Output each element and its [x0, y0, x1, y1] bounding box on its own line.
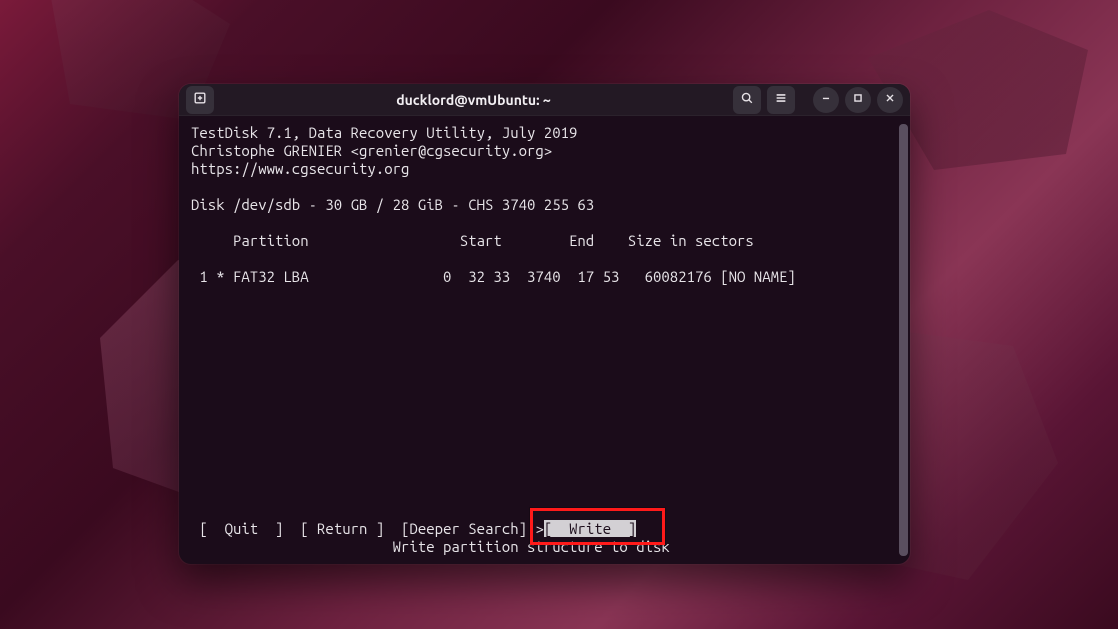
close-icon [883, 91, 897, 109]
maximize-button[interactable] [845, 87, 871, 113]
menu-row: [ Quit ] [ Return ] [Deeper Search] >[ W… [191, 520, 636, 537]
search-icon [740, 91, 754, 109]
menu-button[interactable] [767, 86, 795, 114]
terminal-window: ducklord@vmUbuntu: ~ [179, 84, 910, 564]
disk-info-line: Disk /dev/sdb - 30 GB / 28 GiB - CHS 374… [191, 196, 594, 213]
window-title: ducklord@vmUbuntu: ~ [220, 92, 727, 108]
scrollbar[interactable] [899, 124, 908, 556]
maximize-icon [851, 91, 865, 109]
hamburger-icon [774, 91, 788, 109]
titlebar[interactable]: ducklord@vmUbuntu: ~ [179, 84, 910, 116]
new-tab-button[interactable] [186, 86, 214, 114]
minimize-button[interactable] [813, 87, 839, 113]
search-button[interactable] [733, 86, 761, 114]
menu-item-write[interactable]: [ Write ] [544, 520, 636, 537]
menu-item-deeper-search[interactable]: [Deeper Search] [401, 520, 527, 537]
testdisk-banner-line: TestDisk 7.1, Data Recovery Utility, Jul… [191, 124, 577, 141]
menu-item-return[interactable]: [ Return ] [300, 520, 384, 537]
terminal-content: TestDisk 7.1, Data Recovery Utility, Jul… [191, 124, 897, 556]
menu-cursor: > [535, 520, 543, 537]
partition-row[interactable]: 1 * FAT32 LBA 0 32 33 3740 17 53 6008217… [191, 268, 796, 285]
testdisk-url-line: https://www.cgsecurity.org [191, 160, 409, 177]
close-button[interactable] [877, 87, 903, 113]
minimize-icon [819, 91, 833, 109]
partition-header-line: Partition Start End Size in sectors [191, 232, 754, 249]
menu-item-quit[interactable]: [ Quit ] [199, 520, 283, 537]
new-tab-icon [193, 91, 207, 109]
terminal-viewport[interactable]: TestDisk 7.1, Data Recovery Utility, Jul… [179, 116, 910, 564]
testdisk-author-line: Christophe GRENIER <grenier@cgsecurity.o… [191, 142, 552, 159]
menu-description: Write partition structure to disk [191, 538, 670, 555]
